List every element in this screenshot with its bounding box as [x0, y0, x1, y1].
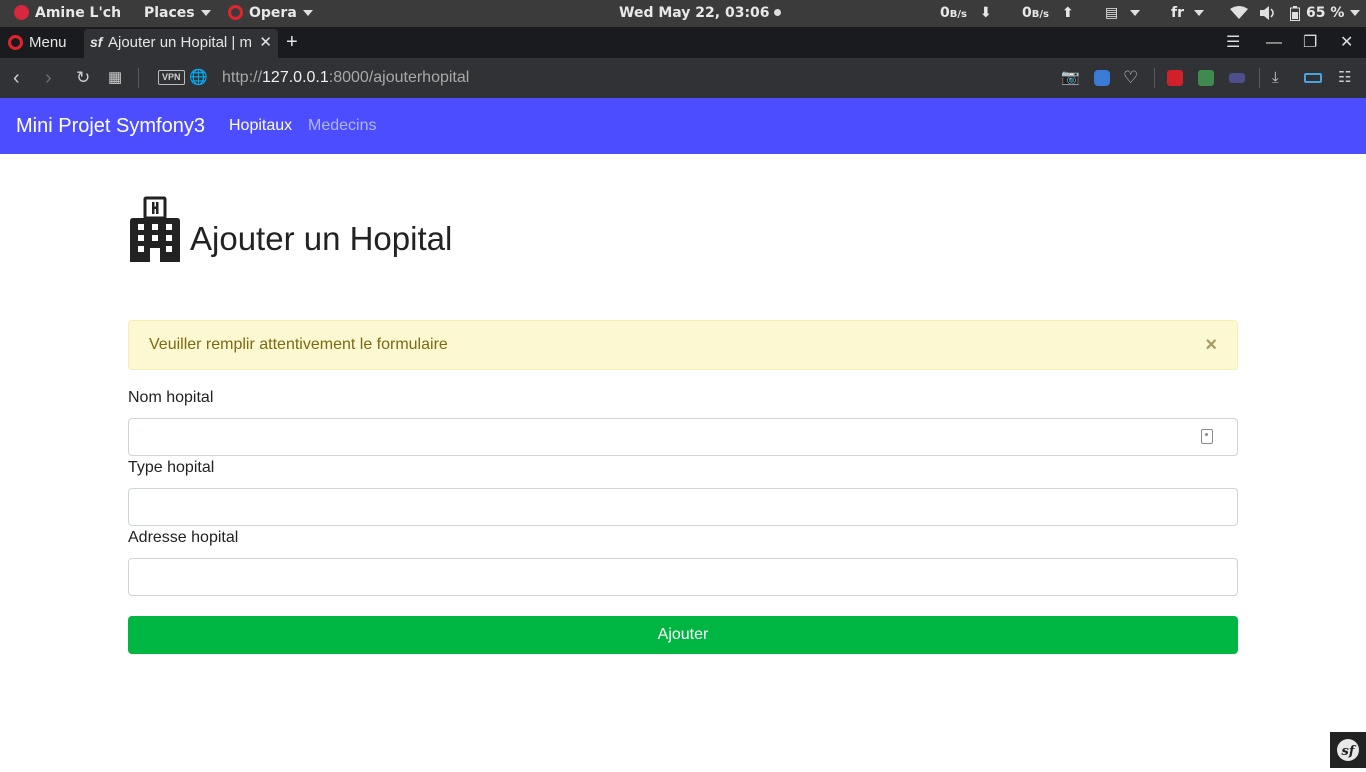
separator [1259, 68, 1260, 88]
page-heading: Ajouter un Hopital [128, 196, 452, 264]
close-window-icon[interactable]: ✕ [1340, 27, 1353, 58]
download-arrow-icon: ⬇ [980, 5, 992, 21]
camera-icon[interactable]: 📷 [1061, 58, 1080, 98]
volume-icon[interactable] [1259, 0, 1277, 27]
opera-logo-icon [228, 4, 243, 20]
caret-down-icon [200, 10, 211, 16]
warning-alert: Veuiller remplir attentivement le formul… [128, 320, 1238, 370]
net-upload-speed: 0B/s [1022, 0, 1049, 27]
caret-down-icon [1130, 10, 1141, 16]
separator [1154, 68, 1155, 88]
nav-link-medecins[interactable]: Medecins [308, 98, 376, 154]
forward-icon[interactable]: › [45, 58, 52, 98]
browser-tab-strip: Menu sf Ajouter un Hopital | m ✕ + ☰ — ❐… [0, 27, 1366, 58]
close-tab-icon[interactable]: ✕ [259, 29, 272, 56]
menu-label: Menu [29, 34, 67, 51]
app-label: Opera [249, 5, 297, 21]
symfony-toolbar-toggle[interactable]: sf [1330, 732, 1366, 768]
debian-logo-icon [14, 4, 29, 20]
user-name: Amine L'ch [35, 5, 122, 21]
battery-icon [1290, 5, 1300, 21]
ajouter-button[interactable]: Ajouter [128, 616, 1238, 654]
site-navbar: Mini Projet Symfony3 Hopitaux Medecins [0, 98, 1366, 154]
url-scheme: http:// [222, 69, 263, 86]
clipboard-menu[interactable]: ▤ [1105, 0, 1141, 27]
restore-icon[interactable]: ❐ [1303, 27, 1317, 58]
minimize-icon[interactable]: — [1266, 27, 1282, 58]
caret-down-icon [302, 10, 313, 16]
caret-down-icon [1350, 10, 1361, 16]
tab-menu-icon[interactable]: ☰ [1226, 27, 1240, 58]
net-down-value: 0 [940, 5, 950, 21]
notification-dot-icon [773, 8, 781, 16]
adresse-hopital-input[interactable] [128, 558, 1238, 596]
reload-icon[interactable]: ↻ [76, 58, 90, 98]
net-up-value: 0 [1022, 5, 1032, 21]
speed-dial-icon[interactable]: ▦ [108, 58, 122, 98]
opera-logo-icon [8, 34, 23, 50]
caret-down-icon [1194, 10, 1204, 16]
language-label: fr [1171, 5, 1184, 21]
navbar-brand[interactable]: Mini Projet Symfony3 [16, 98, 205, 154]
battery-percent: 65 % [1306, 5, 1345, 21]
url-host: 127.0.0.1 [262, 69, 329, 86]
datetime: Wed May 22, 03:06 [619, 5, 770, 21]
new-tab-button[interactable]: + [286, 27, 298, 58]
globe-icon[interactable]: 🌐 [189, 58, 208, 98]
user-menu[interactable]: Amine L'ch [14, 0, 121, 27]
easy-setup-icon[interactable]: ☷ [1338, 58, 1351, 98]
browser-address-bar: ‹ › ↻ ▦ VPN 🌐 http://127.0.0.1:8000/ajou… [0, 58, 1366, 98]
nom-hopital-input[interactable] [128, 418, 1238, 456]
extension-cube-icon[interactable] [1198, 70, 1214, 86]
heart-icon[interactable]: ♡ [1123, 58, 1138, 98]
adresse-hopital-label: Adresse hopital [128, 529, 239, 546]
symfony-favicon-icon: sf [90, 34, 103, 50]
download-icon[interactable]: ⤓ [1272, 58, 1279, 98]
php-extension-icon[interactable] [1229, 73, 1245, 83]
places-menu[interactable]: Places [144, 0, 211, 27]
nom-hopital-label: Nom hopital [128, 389, 214, 406]
nav-link-hopitaux[interactable]: Hopitaux [229, 98, 292, 154]
net-up-unit: B/s [1031, 9, 1049, 20]
alert-message: Veuiller remplir attentivement le formul… [149, 336, 448, 353]
language-menu[interactable]: fr [1171, 0, 1204, 27]
net-down-unit: B/s [949, 9, 967, 20]
vpn-badge[interactable]: VPN [158, 70, 185, 85]
system-top-bar: Amine L'ch Places Opera Wed May 22, 03:0… [0, 0, 1366, 27]
hospital-building-icon [130, 196, 180, 262]
symfony-logo-icon: sf [1337, 739, 1359, 761]
wifi-icon[interactable] [1230, 0, 1248, 27]
upload-arrow-icon: ⬆ [1062, 5, 1074, 21]
type-hopital-label: Type hopital [128, 459, 215, 476]
autofill-contact-icon[interactable] [1201, 429, 1213, 444]
ad-blocker-icon[interactable] [1094, 70, 1110, 86]
separator [138, 68, 139, 88]
battery-indicator[interactable]: 65 % [1290, 0, 1361, 27]
tab-ajouter-hopital[interactable]: sf Ajouter un Hopital | m ✕ [84, 29, 278, 58]
clock[interactable]: Wed May 22, 03:06 [619, 0, 781, 27]
places-label: Places [144, 5, 195, 21]
tab-title: Ajouter un Hopital | m [108, 34, 252, 51]
page-title: Ajouter un Hopital [190, 220, 453, 257]
battery-saver-icon[interactable] [1304, 73, 1322, 83]
url-path: :8000/ajouterhopital [328, 69, 470, 86]
app-menu[interactable]: Opera [228, 0, 313, 27]
opera-menu-button[interactable]: Menu [8, 27, 67, 58]
alert-close-button[interactable]: × [1205, 321, 1217, 369]
clipboard-icon: ▤ [1105, 5, 1119, 21]
net-download-speed: 0B/s [940, 0, 967, 27]
type-hopital-input[interactable] [128, 488, 1238, 526]
url-field[interactable]: http://127.0.0.1:8000/ajouterhopital [222, 58, 469, 98]
back-icon[interactable]: ‹ [13, 58, 20, 98]
extension-red-icon[interactable] [1167, 70, 1183, 86]
